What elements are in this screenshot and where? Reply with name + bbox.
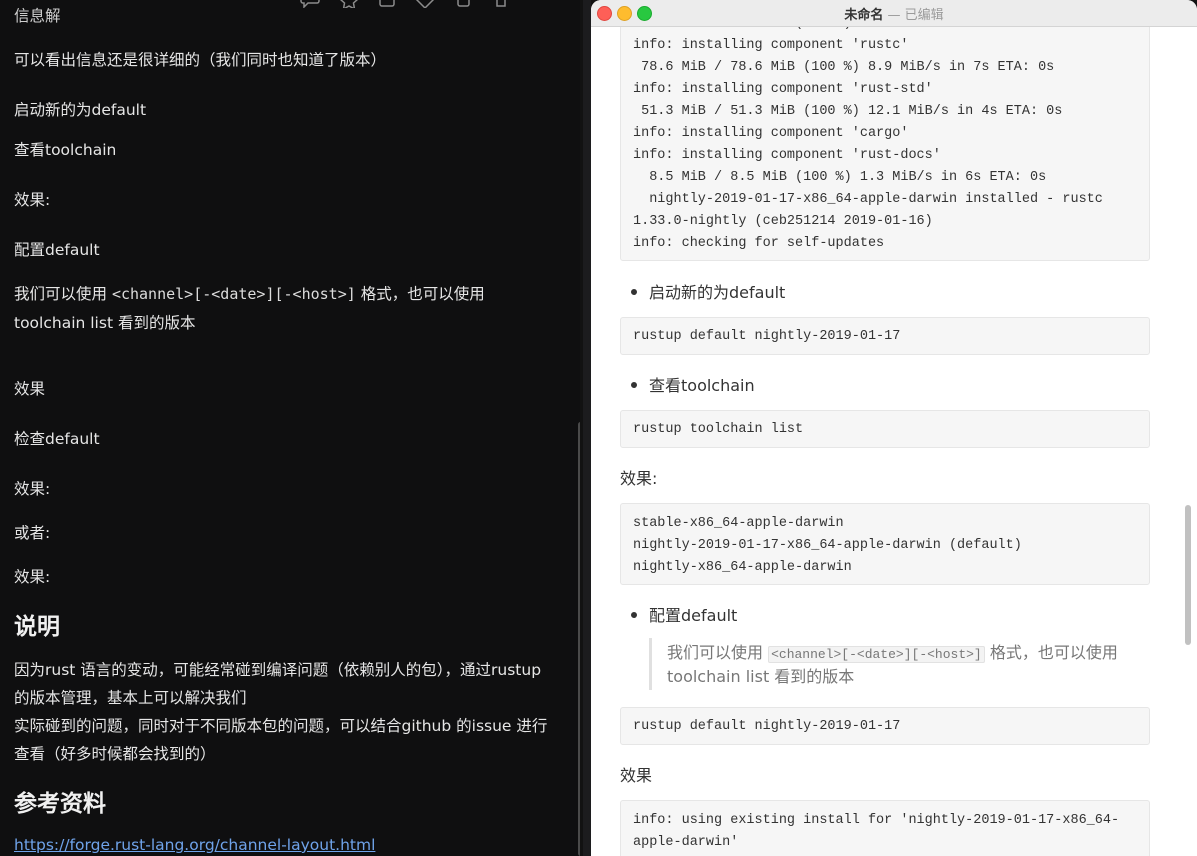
trash-icon[interactable] bbox=[490, 0, 512, 8]
inline-code: <channel>[-<date>][-<host>] bbox=[768, 646, 985, 663]
code-line: 8.5 MiB / 8.5 MiB (100 %) 1.3 MiB/s in 6… bbox=[633, 170, 1047, 185]
bullet-text: 配置default bbox=[649, 606, 738, 625]
document-content[interactable]: 8.5 MiB / 8.5 MiB (100 %) 8.0 MiB/s in 1… bbox=[591, 27, 1197, 856]
code-block-rustup-default: rustup default nightly-2019-01-17 bbox=[620, 317, 1150, 355]
copy-icon[interactable] bbox=[452, 0, 474, 8]
code-line: rustup toolchain list bbox=[633, 422, 804, 437]
heading-explanation: 说明 bbox=[14, 614, 60, 640]
blockquote: 我们可以使用 <channel>[-<date>][-<host>] 格式，也可… bbox=[649, 638, 1157, 690]
code-block-existing-install: info: using existing install for 'nightl… bbox=[620, 800, 1150, 856]
document-name: 未命名 bbox=[844, 8, 884, 23]
bullet-start-default: 启动新的为default bbox=[631, 279, 785, 303]
left-editor-pane[interactable]: 信息解 可以看出信息还是很详细的（我们同时也知道了版本） 启动新的为defaul… bbox=[0, 0, 580, 856]
left-document: 信息解 可以看出信息还是很详细的（我们同时也知道了版本） 启动新的为defaul… bbox=[0, 0, 576, 856]
code-block-install-log: 8.5 MiB / 8.5 MiB (100 %) 8.0 MiB/s in 1… bbox=[620, 27, 1150, 261]
editor-window[interactable]: 未命名 — 已编辑 8.5 MiB / 8.5 MiB (100 %) 8.0 … bbox=[591, 0, 1197, 856]
right-scrollbar[interactable] bbox=[1185, 505, 1191, 645]
bullet-dot-icon bbox=[631, 381, 637, 388]
window-title: 未命名 — 已编辑 bbox=[591, 4, 1197, 23]
window-divider bbox=[583, 0, 591, 856]
bullet-dot-icon bbox=[631, 288, 637, 295]
code-line: nightly-x86_64-apple-darwin bbox=[633, 560, 852, 575]
code-line: rustup default nightly-2019-01-17 bbox=[633, 719, 901, 734]
code-line: apple-darwin' bbox=[633, 835, 739, 850]
paragraph-view-toolchain: 查看toolchain bbox=[14, 141, 117, 159]
text-segment: 我们可以使用 bbox=[667, 643, 769, 662]
star-icon[interactable] bbox=[338, 0, 360, 8]
paragraph-effect-2: 效果 bbox=[620, 766, 653, 785]
code-block-rustup-default-2: rustup default nightly-2019-01-17 bbox=[620, 707, 1150, 745]
text-segment: 格式，也可以使用 bbox=[355, 285, 485, 303]
paragraph-effect-2: 效果 bbox=[14, 380, 46, 398]
code-line: info: checking for self-updates bbox=[633, 236, 885, 251]
code-line: info: using existing install for 'nightl… bbox=[633, 813, 1120, 828]
window-titlebar[interactable]: 未命名 — 已编辑 bbox=[591, 0, 1197, 27]
paragraph-effect-3: 效果: bbox=[14, 480, 51, 498]
tag-icon[interactable] bbox=[414, 0, 436, 8]
paragraph-toolchain-list: toolchain list 看到的版本 bbox=[14, 314, 196, 332]
bullet-config-default: 配置default bbox=[631, 602, 737, 626]
code-line: stable-x86_64-apple-darwin bbox=[633, 516, 844, 531]
inline-code: <channel>[-<date>][-<host>] bbox=[111, 285, 356, 303]
explanation-line-2: 的版本管理，基本上可以解决我们 bbox=[14, 689, 247, 707]
code-line: rustup default nightly-2019-01-17 bbox=[633, 329, 901, 344]
paragraph-config-default: 配置default bbox=[14, 241, 100, 259]
code-line: nightly-2019-01-17-x86_64-apple-darwin i… bbox=[633, 192, 1103, 207]
explanation-line-1: 因为rust 语言的变动，可能经常碰到编译问题（依赖别人的包），通过rustup bbox=[14, 661, 542, 679]
cut-off-text: 信息解 bbox=[14, 7, 61, 25]
code-line: info: installing component 'cargo' bbox=[633, 126, 909, 141]
paragraph-effect-4: 效果: bbox=[14, 568, 51, 586]
quote-line-2: toolchain list 看到的版本 bbox=[667, 667, 855, 686]
code-block-toolchain-output: stable-x86_64-apple-darwin nightly-2019-… bbox=[620, 503, 1150, 585]
paragraph-check-default: 检查default bbox=[14, 430, 100, 448]
paragraph-start-default: 启动新的为default bbox=[14, 101, 147, 119]
bullet-dot-icon bbox=[631, 611, 637, 618]
code-line: 1.33.0-nightly (ceb251214 2019-01-16) bbox=[633, 214, 933, 229]
left-scrollbar[interactable] bbox=[578, 422, 580, 856]
text-segment: 我们可以使用 bbox=[14, 285, 112, 303]
title-separator: — bbox=[883, 8, 905, 23]
code-line: 8.5 MiB / 8.5 MiB (100 %) 8.0 MiB/s in 1… bbox=[633, 27, 1137, 35]
square-icon[interactable] bbox=[376, 0, 398, 8]
code-line: nightly-2019-01-17-x86_64-apple-darwin (… bbox=[633, 538, 1022, 553]
text-segment: 格式，也可以使用 bbox=[984, 643, 1118, 662]
code-line: info: installing component 'rustc' bbox=[633, 38, 909, 53]
paragraph-info-detail: 可以看出信息还是很详细的（我们同时也知道了版本） bbox=[14, 51, 387, 69]
quote-line-1: 我们可以使用 <channel>[-<date>][-<host>] 格式，也可… bbox=[667, 641, 1118, 667]
code-line: info: installing component 'rust-docs' bbox=[633, 148, 941, 163]
heading-references: 参考资料 bbox=[14, 791, 106, 817]
paragraph-effect: 效果: bbox=[14, 191, 51, 209]
paragraph-channel-format: 我们可以使用 <channel>[-<date>][-<host>] 格式，也可… bbox=[14, 280, 485, 308]
code-line: 78.6 MiB / 78.6 MiB (100 %) 8.9 MiB/s in… bbox=[633, 60, 1055, 75]
bullet-text: 启动新的为default bbox=[649, 283, 786, 302]
code-block-toolchain-list: rustup toolchain list bbox=[620, 410, 1150, 448]
left-toolbar bbox=[300, 0, 512, 8]
bullet-view-toolchain: 查看toolchain bbox=[631, 372, 755, 396]
paragraph-or: 或者: bbox=[14, 524, 51, 542]
paragraph-effect: 效果: bbox=[620, 469, 658, 488]
bullet-text: 查看toolchain bbox=[649, 376, 755, 395]
explanation-line-3: 实际碰到的问题，同时对于不同版本包的问题，可以结合github 的issue 进… bbox=[14, 717, 548, 735]
code-line: info: installing component 'rust-std' bbox=[633, 82, 933, 97]
explanation-line-4: 查看（好多时候都会找到的） bbox=[14, 745, 216, 763]
edited-status: 已编辑 bbox=[904, 8, 944, 23]
reference-link[interactable]: https://forge.rust-lang.org/channel-layo… bbox=[14, 836, 375, 854]
comment-icon[interactable] bbox=[300, 0, 322, 8]
code-line: 51.3 MiB / 51.3 MiB (100 %) 12.1 MiB/s i… bbox=[633, 104, 1063, 119]
